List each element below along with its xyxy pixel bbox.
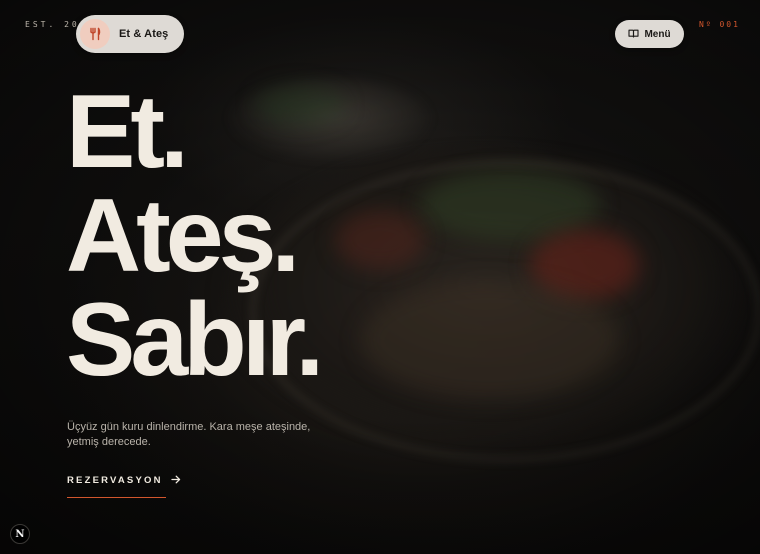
- hero-description: Üçyüz gün kuru dinlendirme. Kara meşe at…: [67, 421, 311, 448]
- headline-line: Et.: [66, 74, 189, 190]
- book-open-icon: [628, 25, 639, 43]
- brand-home-button[interactable]: Et & Ateş: [76, 15, 185, 53]
- headline-line: Sabır.: [66, 282, 324, 398]
- reservation-label: REZERVASYON: [67, 474, 163, 486]
- menu-label: Menü: [644, 28, 671, 40]
- issue-number: Nº 001: [699, 20, 740, 29]
- badge-letter: N: [15, 528, 25, 540]
- fork-knife-icon: [80, 19, 110, 49]
- arrow-right-icon: [170, 471, 181, 489]
- nextjs-badge-button[interactable]: N: [10, 524, 30, 544]
- hero-headline: Et. Ateş. Sabır.: [66, 74, 324, 398]
- reservation-link[interactable]: REZERVASYON: [67, 471, 180, 498]
- brand-name: Et & Ateş: [119, 28, 169, 40]
- menu-button[interactable]: Menü: [615, 20, 684, 48]
- headline-line: Ateş.: [66, 178, 300, 294]
